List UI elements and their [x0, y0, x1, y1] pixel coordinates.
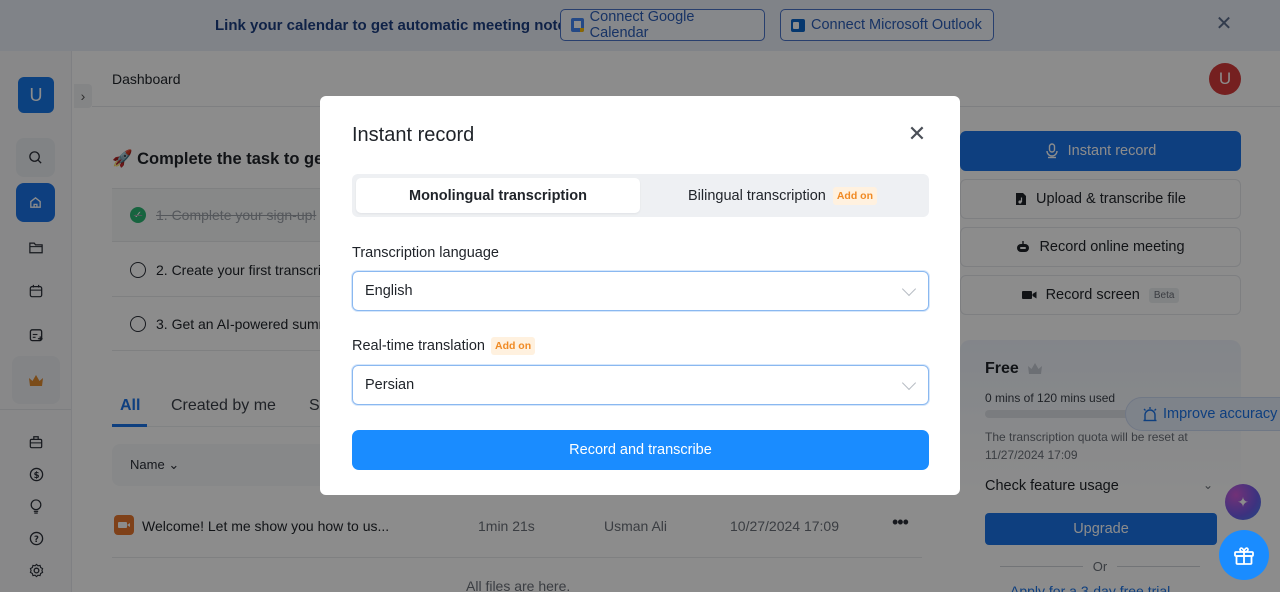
- modal-title: Instant record: [352, 124, 475, 146]
- chevron-down-icon: [901, 375, 917, 391]
- transcription-language-select[interactable]: English: [352, 271, 929, 311]
- addon-badge: Add on: [490, 337, 536, 355]
- translation-language-select[interactable]: Persian: [352, 365, 929, 405]
- bilingual-label: Bilingual transcription: [688, 187, 826, 204]
- chevron-down-icon: [901, 281, 917, 297]
- transcription-language-label: Transcription language: [352, 245, 499, 261]
- monolingual-label: Monolingual transcription: [408, 187, 588, 204]
- monolingual-tab[interactable]: Monolingual transcription: [356, 178, 640, 213]
- bilingual-tab[interactable]: Bilingual transcription Add on: [640, 178, 925, 213]
- record-and-transcribe-button[interactable]: Record and transcribe: [352, 430, 929, 470]
- transcription-mode-switch: Monolingual transcription Bilingual tran…: [352, 174, 929, 217]
- instant-record-modal: Instant record ✕ Monolingual transcripti…: [320, 96, 960, 495]
- gift-icon[interactable]: [1219, 530, 1269, 580]
- close-icon[interactable]: ✕: [906, 123, 928, 145]
- addon-badge: Add on: [832, 186, 877, 205]
- translation-label: Real-time translation Add on: [352, 337, 536, 355]
- transcription-language-value: English: [365, 283, 413, 299]
- translation-language-value: Persian: [365, 377, 415, 393]
